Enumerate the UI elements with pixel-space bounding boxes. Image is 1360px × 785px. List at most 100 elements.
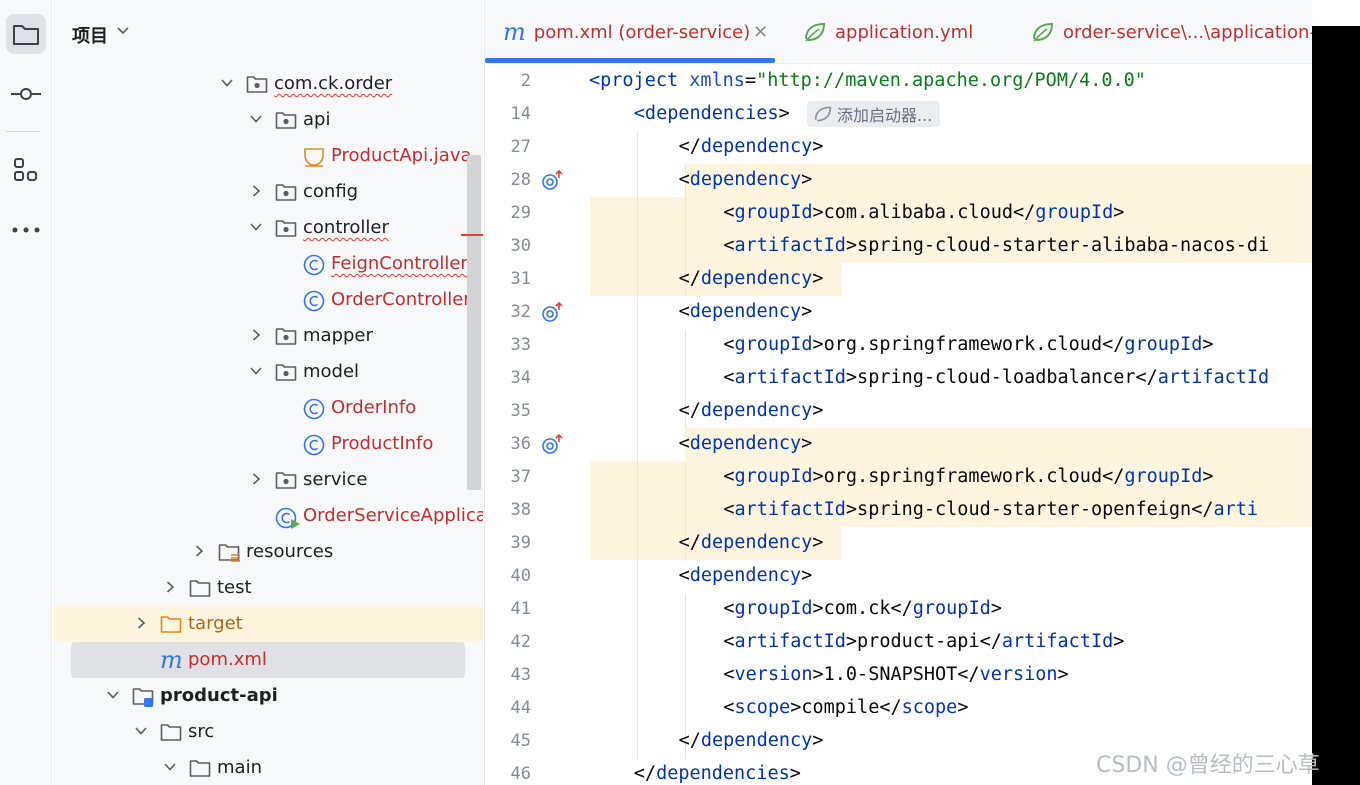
code-token: </ xyxy=(633,763,657,784)
chevron-down-icon[interactable] xyxy=(135,725,147,737)
dependency-gutter-icon[interactable] xyxy=(541,433,565,459)
package-icon xyxy=(275,364,297,381)
chevron-right-icon[interactable] xyxy=(135,617,147,629)
tree-node[interactable]: resources xyxy=(53,534,483,570)
java-class-icon xyxy=(303,290,325,312)
tree-node[interactable]: m pom.xml xyxy=(53,642,483,678)
chevron-down-icon[interactable] xyxy=(250,365,262,377)
tree-node[interactable]: OrderServiceApplicat xyxy=(53,498,483,534)
chevron-down-icon[interactable] xyxy=(250,113,262,125)
tree-node[interactable]: model xyxy=(53,354,483,390)
code-token: groupId xyxy=(1124,334,1203,355)
tree-scrollbar[interactable] xyxy=(467,155,481,490)
code-line[interactable]: 43 <version>1.0-SNAPSHOT</version> xyxy=(485,659,1312,692)
tab-application-d[interactable]: order-service\...\application-d xyxy=(1031,0,1312,64)
chevron-down-icon[interactable] xyxy=(164,761,176,773)
code-line[interactable]: 37 <groupId>org.springframework.cloud</gr… xyxy=(485,461,1312,494)
code-token: >spring-cloud-loadbalancer</ xyxy=(845,367,1158,388)
tab-pom-xml[interactable]: m pom.xml (order-service) xyxy=(503,0,750,64)
code-line[interactable]: 38 <artifactId>spring-cloud-starter-openf… xyxy=(485,494,1312,527)
chevron-right-icon[interactable] xyxy=(193,545,205,557)
code-line[interactable]: 29 <groupId>com.alibaba.cloud</groupId> xyxy=(485,197,1312,230)
code-text: <artifactId>spring-cloud-loadbalancer</a… xyxy=(723,367,1269,388)
commit-icon xyxy=(11,88,41,100)
tree-node[interactable]: ProductInfo xyxy=(53,426,483,462)
code-token: dependency xyxy=(700,532,813,553)
chevron-down-icon[interactable] xyxy=(107,689,119,701)
code-text: <groupId>org.springframework.cloud</grou… xyxy=(723,466,1213,487)
tree-node[interactable]: target xyxy=(53,606,483,642)
add-starters-hint[interactable]: 添加启动器... xyxy=(807,101,941,127)
dependency-gutter-icon[interactable] xyxy=(541,169,565,195)
code-line[interactable]: 30 <artifactId>spring-cloud-starter-aliba… xyxy=(485,230,1312,263)
tree-node-label: OrderInfo xyxy=(331,397,417,418)
code-text: <scope>compile</scope> xyxy=(723,697,968,718)
code-line[interactable]: 33 <groupId>org.springframework.cloud</gr… xyxy=(485,329,1312,362)
code-editor[interactable]: 2 <project xmlns="http://maven.apache.org… xyxy=(485,64,1312,785)
tab-application-yml[interactable]: application.yml xyxy=(803,0,973,64)
project-panel-title[interactable]: 项目 xyxy=(72,22,108,48)
code-text: <dependency> xyxy=(679,433,813,454)
tree-node-label: product-api xyxy=(160,685,278,706)
tree-node[interactable]: OrderController xyxy=(53,282,483,318)
code-token: </ xyxy=(678,532,701,553)
dependency-gutter-icon[interactable] xyxy=(541,301,565,327)
code-token: > xyxy=(812,136,824,157)
code-token: >compile</ xyxy=(790,697,902,718)
code-line[interactable]: 27 </dependency> xyxy=(485,131,1312,164)
code-line[interactable]: 36 <dependency> xyxy=(485,428,1312,461)
close-icon[interactable]: ✕ xyxy=(753,22,768,43)
tree-node[interactable]: FeignController xyxy=(53,246,483,282)
tree-node[interactable]: api xyxy=(53,102,483,138)
code-line[interactable]: 32 <dependency> xyxy=(485,296,1312,329)
code-token: < xyxy=(723,499,735,520)
chevron-down-icon[interactable] xyxy=(221,77,233,89)
chevron-right-icon[interactable] xyxy=(250,329,262,341)
code-line[interactable]: 34 <artifactId>spring-cloud-loadbalancer<… xyxy=(485,362,1312,395)
code-line[interactable]: 40 <dependency> xyxy=(485,560,1312,593)
code-line[interactable]: 31 </dependency> xyxy=(485,263,1312,296)
code-token: artifactId xyxy=(734,499,846,520)
tree-node[interactable]: src xyxy=(53,714,483,750)
tree-node[interactable]: ProductApi.java xyxy=(53,138,483,174)
commit-tool-button[interactable] xyxy=(6,74,46,114)
tree-node[interactable]: config xyxy=(53,174,483,210)
code-line[interactable]: 14 <dependencies> 添加启动器... xyxy=(485,98,1312,131)
code-line[interactable]: 39 </dependency> xyxy=(485,527,1312,560)
tree-node-label: service xyxy=(303,469,368,490)
structure-tool-button[interactable] xyxy=(6,150,46,190)
code-token: <dependencies xyxy=(633,103,779,124)
tree-node[interactable]: OrderInfo xyxy=(53,390,483,426)
chevron-right-icon[interactable] xyxy=(250,473,262,485)
more-tools-button[interactable] xyxy=(6,210,46,250)
folder-icon xyxy=(189,580,211,597)
code-line[interactable]: 35 </dependency> xyxy=(485,395,1312,428)
tree-node[interactable]: product-api xyxy=(53,678,483,714)
code-line[interactable]: 44 <scope>compile</scope> xyxy=(485,692,1312,725)
chevron-right-icon[interactable] xyxy=(250,185,262,197)
project-tool-button[interactable] xyxy=(6,14,46,54)
tree-node[interactable]: main xyxy=(53,750,483,785)
tree-node-label: OrderServiceApplicat xyxy=(303,505,483,526)
tree-node[interactable]: service xyxy=(53,462,483,498)
code-token: < xyxy=(723,466,735,487)
code-line[interactable]: 2 <project xmlns="http://maven.apache.org… xyxy=(485,65,1312,98)
code-token: arti xyxy=(1213,499,1259,520)
folder-icon xyxy=(160,724,182,741)
code-text: <groupId>com.ck</groupId> xyxy=(723,598,1001,619)
tree-node[interactable]: test xyxy=(53,570,483,606)
chevron-down-icon[interactable] xyxy=(117,27,129,35)
tree-node[interactable]: controller xyxy=(53,210,483,246)
code-token: dependency xyxy=(700,400,813,421)
more-icon xyxy=(12,227,40,233)
code-line[interactable]: 28 <dependency> xyxy=(485,164,1312,197)
code-token: > xyxy=(801,433,813,454)
chevron-down-icon[interactable] xyxy=(250,221,262,233)
tree-node[interactable]: mapper xyxy=(53,318,483,354)
tree-node[interactable]: com.ck.order xyxy=(53,66,483,102)
line-number: 35 xyxy=(510,401,531,421)
code-token: groupId xyxy=(734,466,813,487)
chevron-right-icon[interactable] xyxy=(164,581,176,593)
code-line[interactable]: 41 <groupId>com.ck</groupId> xyxy=(485,593,1312,626)
code-line[interactable]: 42 <artifactId>product-api</artifactId> xyxy=(485,626,1312,659)
